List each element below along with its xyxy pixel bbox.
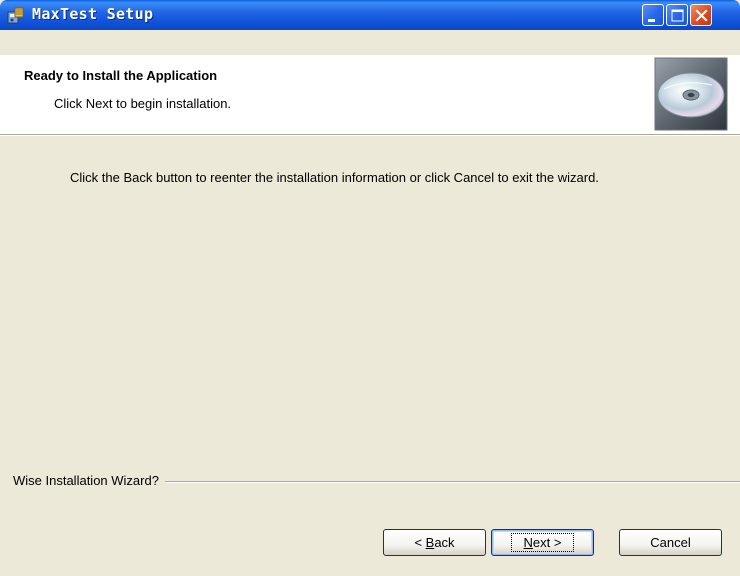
- minimize-button[interactable]: [642, 4, 664, 26]
- page-subtitle: Click Next to begin installation.: [54, 96, 232, 111]
- install-cd-icon: [654, 57, 728, 131]
- title-bar[interactable]: MaxTest Setup: [0, 0, 740, 30]
- back-button-mnemonic: B: [425, 535, 435, 550]
- minimize-icon: [648, 19, 655, 22]
- close-button[interactable]: [690, 4, 712, 26]
- next-button-rest: ext >: [532, 535, 562, 550]
- close-icon: [695, 9, 708, 22]
- back-button[interactable]: < Back: [383, 529, 486, 556]
- cancel-button-label: Cancel: [650, 535, 691, 550]
- maximize-button[interactable]: [666, 4, 688, 26]
- back-button-rest: ack: [434, 535, 455, 550]
- window-title: MaxTest Setup: [32, 5, 154, 23]
- cancel-button[interactable]: Cancel: [619, 529, 722, 556]
- back-button-prefix: <: [414, 535, 426, 550]
- branding-label: Wise Installation Wizard?: [13, 473, 165, 488]
- setup-package-icon: [7, 6, 25, 24]
- next-button[interactable]: Next >: [491, 529, 594, 556]
- maximize-icon: [671, 9, 684, 22]
- instruction-text: Click the Back button to reenter the ins…: [70, 170, 599, 185]
- wizard-header: Ready to Install the Application Click N…: [0, 55, 740, 136]
- next-button-focus-ring: Next >: [510, 533, 575, 552]
- page-title: Ready to Install the Application: [24, 68, 218, 83]
- next-button-mnemonic: N: [523, 535, 533, 550]
